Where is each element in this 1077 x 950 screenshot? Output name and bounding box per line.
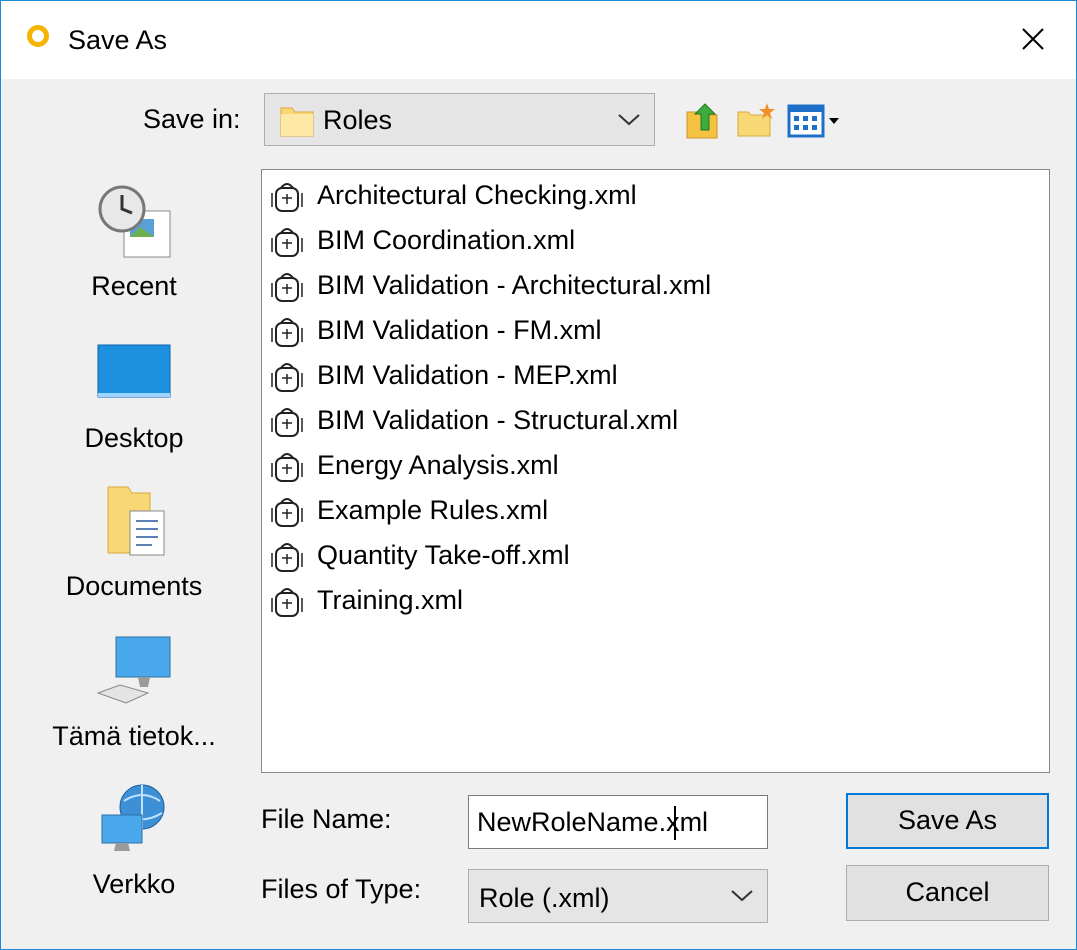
up-folder-button[interactable] — [685, 100, 725, 140]
save-as-button[interactable]: Save As — [846, 793, 1049, 849]
close-icon — [1022, 28, 1044, 50]
new-folder-button[interactable] — [736, 100, 776, 140]
place-label: Desktop — [84, 423, 184, 453]
role-file-icon — [271, 183, 303, 212]
recent-icon — [98, 185, 171, 258]
place-documents[interactable]: Documents — [39, 473, 229, 613]
place-this-pc[interactable]: Tämä tietok... — [39, 623, 229, 763]
role-file-icon — [271, 318, 303, 347]
view-menu-icon — [787, 104, 839, 138]
file-type-label: Files of Type: — [261, 874, 422, 904]
computer-icon — [96, 636, 171, 704]
file-name: Architectural Checking.xml — [317, 180, 637, 210]
place-label: Documents — [65, 571, 203, 601]
save-in-value: Roles — [323, 105, 393, 135]
role-file-icon — [271, 588, 303, 617]
save-as-dialog: Save As Save in: Roles Recent Desktop Do… — [0, 0, 1077, 950]
role-file-icon — [271, 543, 303, 572]
title-bar: Save As — [1, 1, 1076, 79]
circle-icon — [27, 25, 49, 47]
file-name: Training.xml — [317, 585, 464, 615]
place-label: Verkko — [92, 869, 176, 899]
documents-icon — [107, 486, 165, 556]
text-caret — [674, 806, 676, 840]
file-name: BIM Validation - FM.xml — [317, 315, 602, 345]
network-icon — [101, 784, 165, 851]
desktop-icon — [97, 344, 171, 398]
role-file-icon — [271, 453, 303, 482]
file-name-input[interactable]: NewRoleName.xml — [468, 795, 768, 849]
place-network[interactable]: Verkko — [39, 771, 229, 911]
role-file-icon — [271, 363, 303, 392]
cancel-button[interactable]: Cancel — [846, 865, 1049, 921]
chevron-down-icon — [618, 114, 640, 126]
place-recent[interactable]: Recent — [39, 173, 229, 313]
dialog-title: Save As — [68, 25, 168, 55]
chevron-down-icon — [731, 890, 753, 902]
folder-icon — [280, 107, 314, 137]
place-label: Tämä tietok... — [52, 721, 216, 751]
role-file-icon — [271, 228, 303, 257]
save-in-label: Save in: — [143, 104, 241, 134]
role-file-icon — [271, 273, 303, 302]
file-name: BIM Validation - MEP.xml — [317, 360, 618, 390]
file-name: Energy Analysis.xml — [317, 450, 559, 480]
file-type-dropdown[interactable]: Role (.xml) — [468, 869, 768, 923]
place-desktop[interactable]: Desktop — [39, 325, 229, 465]
view-menu-button[interactable] — [787, 100, 845, 140]
place-label: Recent — [91, 271, 177, 301]
file-list[interactable]: Architectural Checking.xml BIM Coordinat… — [261, 169, 1050, 773]
file-name: BIM Validation - Structural.xml — [317, 405, 679, 435]
file-name: Example Rules.xml — [317, 495, 549, 525]
file-type-value: Role (.xml) — [479, 883, 610, 913]
file-name: Quantity Take-off.xml — [317, 540, 570, 570]
save-in-dropdown[interactable]: Roles — [264, 93, 655, 146]
file-name: BIM Validation - Architectural.xml — [317, 270, 712, 300]
close-button[interactable] — [1007, 13, 1059, 65]
role-file-icon — [271, 498, 303, 527]
file-name: BIM Coordination.xml — [317, 225, 576, 255]
new-folder-icon — [737, 103, 775, 137]
role-file-icon — [271, 408, 303, 437]
up-folder-icon — [686, 103, 718, 139]
file-name-label: File Name: — [261, 804, 392, 834]
